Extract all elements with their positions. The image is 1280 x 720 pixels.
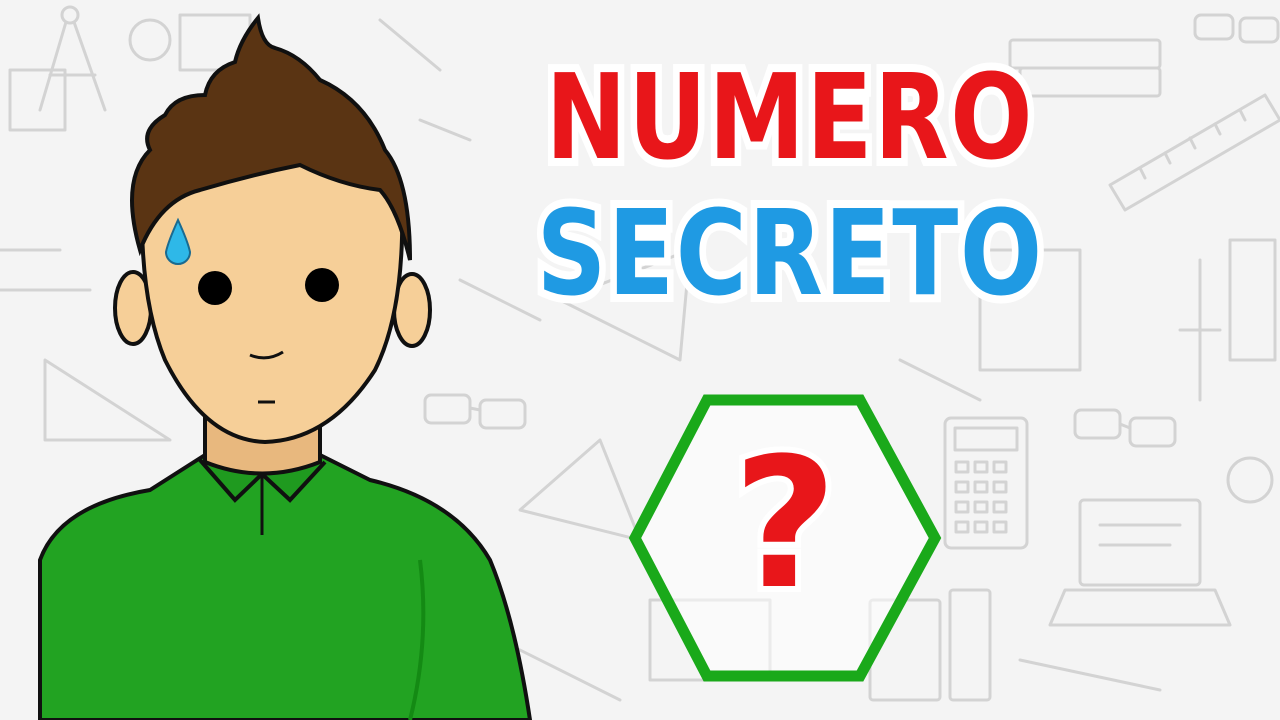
calculator-icon (943, 416, 1029, 550)
thumbnail-canvas: NUMERO SECRETO ? (0, 0, 1280, 720)
left-eye (198, 271, 232, 305)
laptop-icon (1048, 498, 1232, 627)
title-line-1: NUMERO (460, 40, 1120, 194)
right-eye (305, 268, 339, 302)
title-line-1-text: NUMERO (539, 40, 1039, 194)
title-line-2: SECRETO (460, 176, 1120, 330)
title-line-2-text: SECRETO (530, 176, 1049, 330)
ruler-icon (1108, 93, 1280, 212)
question-mark-icon: ? (727, 414, 843, 635)
glasses-icon (1073, 408, 1177, 448)
glasses-icon (1193, 13, 1280, 44)
